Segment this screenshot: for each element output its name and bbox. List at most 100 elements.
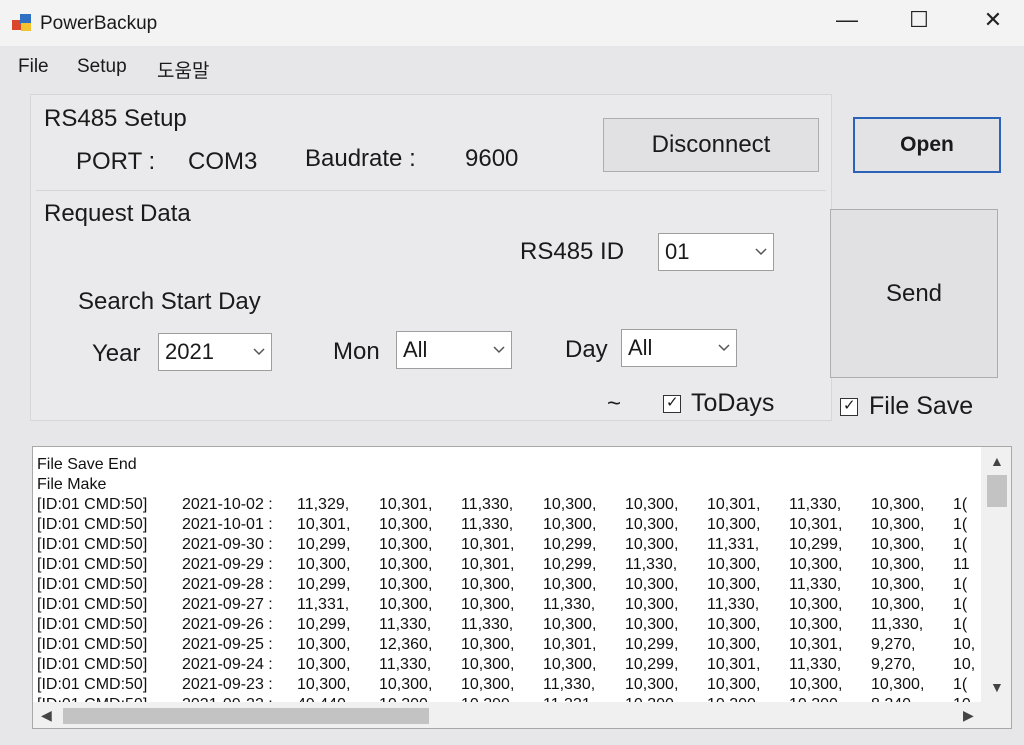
log-row-prefix: [ID:01 CMD:50] bbox=[37, 676, 148, 693]
log-rows: [ID:01 CMD:50] 2021-10-02 : 11,329, 10,301,… bbox=[37, 495, 1011, 715]
log-row-value: 11,329, bbox=[297, 496, 350, 513]
log-row-value: 10,300, bbox=[543, 576, 597, 593]
minimize-button[interactable]: — bbox=[812, 0, 882, 40]
log-row: [ID:01 CMD:50] 2021-10-02 : 11,329, 10,301,… bbox=[37, 495, 1011, 515]
log-row-value: 10,300, bbox=[379, 676, 433, 693]
day-label: Day bbox=[565, 336, 608, 363]
log-row-value: 10,300, bbox=[461, 636, 515, 653]
open-button[interactable]: Open bbox=[853, 117, 1001, 173]
log-row-date: 2021-10-02 : bbox=[182, 496, 273, 513]
horizontal-scrollbar[interactable]: ◀ ▶ bbox=[33, 702, 1011, 728]
log-line: File Save End bbox=[37, 456, 137, 473]
log-row-value: 10,299, bbox=[625, 656, 679, 673]
log-row-date: 2021-09-28 : bbox=[182, 576, 273, 593]
scroll-down-icon[interactable]: ▼ bbox=[990, 679, 1004, 695]
rs485-setup-heading: RS485 Setup bbox=[44, 105, 187, 132]
day-value: All bbox=[628, 335, 653, 360]
rs485-id-value: 01 bbox=[665, 239, 690, 264]
vertical-scrollbar[interactable]: ▲ ▼ bbox=[981, 447, 1011, 703]
log-row-value: 10,300, bbox=[379, 536, 433, 553]
menu-file[interactable]: File bbox=[18, 56, 49, 78]
disconnect-button[interactable]: Disconnect bbox=[603, 118, 819, 172]
log-row-value: 11,330, bbox=[379, 616, 432, 633]
log-row-date: 2021-09-30 : bbox=[182, 536, 273, 553]
log-row-value: 10,301, bbox=[707, 656, 761, 673]
log-row-value: 10,300, bbox=[789, 596, 843, 613]
log-row-value: 10,301, bbox=[707, 496, 761, 513]
log-output[interactable]: File Save End File Make [ID:01 CMD:50] 20… bbox=[32, 446, 1012, 729]
log-row-prefix: [ID:01 CMD:50] bbox=[37, 536, 148, 553]
file-save-checkbox[interactable]: ✓ bbox=[840, 397, 858, 416]
log-row-value: 10,300, bbox=[789, 616, 843, 633]
log-row: [ID:01 CMD:50] 2021-09-25 : 10,300, 12,360,… bbox=[37, 635, 1011, 655]
rs485-id-label: RS485 ID bbox=[520, 238, 625, 265]
vertical-scroll-thumb[interactable] bbox=[987, 475, 1007, 507]
rs485-id-select[interactable]: 01 bbox=[658, 233, 774, 271]
horizontal-scroll-thumb[interactable] bbox=[63, 708, 429, 724]
mon-label: Mon bbox=[333, 338, 380, 365]
log-row: [ID:01 CMD:50] 2021-09-24 : 10,300, 11,330,… bbox=[37, 655, 1011, 675]
log-row-value: 10,300, bbox=[625, 616, 679, 633]
chevron-down-icon bbox=[247, 348, 271, 356]
baudrate-value: 9600 bbox=[465, 145, 519, 172]
log-row-date: 2021-10-01 : bbox=[182, 516, 273, 533]
app-icon bbox=[12, 14, 32, 32]
log-row-value: 10,300, bbox=[625, 516, 679, 533]
log-row-date: 2021-09-26 : bbox=[182, 616, 273, 633]
log-row-value: 10,300, bbox=[707, 556, 761, 573]
log-row: [ID:01 CMD:50] 2021-10-01 : 10,301, 10,300,… bbox=[37, 515, 1011, 535]
log-row-value: 11,330, bbox=[379, 656, 432, 673]
log-row-prefix: [ID:01 CMD:50] bbox=[37, 496, 148, 513]
log-row-value: 11,331, bbox=[707, 536, 760, 553]
mon-select[interactable]: All bbox=[396, 331, 512, 369]
year-label: Year bbox=[92, 340, 141, 367]
log-row-value: 11,330, bbox=[789, 656, 842, 673]
menu-help[interactable]: 도움말 bbox=[157, 56, 209, 83]
log-row-value: 11,330, bbox=[871, 616, 924, 633]
log-row-value: 10,300, bbox=[625, 496, 679, 513]
day-select[interactable]: All bbox=[621, 329, 737, 367]
log-row-value: 10,300, bbox=[707, 576, 761, 593]
log-row-value: 10,301, bbox=[461, 536, 515, 553]
log-row-value: 10,301, bbox=[461, 556, 515, 573]
log-row-value: 10,300, bbox=[789, 556, 843, 573]
log-row: [ID:01 CMD:50] 2021-09-28 : 10,299, 10,300,… bbox=[37, 575, 1011, 595]
log-row-value: 10,301, bbox=[379, 496, 433, 513]
log-row-value: 10,300, bbox=[379, 596, 433, 613]
scroll-right-icon[interactable]: ▶ bbox=[963, 707, 974, 724]
scroll-left-icon[interactable]: ◀ bbox=[41, 707, 52, 724]
year-value: 2021 bbox=[165, 339, 214, 364]
tilde-label: ~ bbox=[607, 390, 622, 417]
log-row-value: 10,300, bbox=[461, 676, 515, 693]
todays-checkbox[interactable]: ✓ bbox=[663, 394, 681, 413]
chevron-down-icon bbox=[712, 344, 736, 352]
log-row-prefix: [ID:01 CMD:50] bbox=[37, 636, 148, 653]
log-row-value: 10,299, bbox=[625, 636, 679, 653]
scroll-up-icon[interactable]: ▲ bbox=[990, 453, 1004, 469]
close-button[interactable]: ✕ bbox=[958, 0, 1024, 40]
log-row-value: 10,300, bbox=[707, 636, 761, 653]
log-row-value: 10,300, bbox=[625, 576, 679, 593]
year-select[interactable]: 2021 bbox=[158, 333, 272, 371]
log-row-value: 11,330, bbox=[707, 596, 760, 613]
log-row: [ID:01 CMD:50] 2021-09-27 : 11,331, 10,300,… bbox=[37, 595, 1011, 615]
menu-bar: File Setup 도움말 bbox=[0, 50, 1024, 84]
log-row-value: 10,299, bbox=[543, 536, 597, 553]
maximize-button[interactable]: ☐ bbox=[884, 0, 954, 40]
title-bar: PowerBackup — ☐ ✕ bbox=[0, 0, 1024, 46]
log-row-value: 10,299, bbox=[297, 536, 351, 553]
log-row-value: 10,300, bbox=[543, 656, 597, 673]
log-row-value: 10,300, bbox=[297, 676, 351, 693]
todays-label: ToDays bbox=[691, 389, 775, 417]
log-row-value: 11,330, bbox=[789, 496, 842, 513]
log-row: [ID:01 CMD:50] 2021-09-29 : 10,300, 10,300,… bbox=[37, 555, 1011, 575]
log-row-value: 10,300, bbox=[707, 616, 761, 633]
log-line: File Make bbox=[37, 476, 107, 493]
menu-setup[interactable]: Setup bbox=[77, 56, 127, 78]
log-row-prefix: [ID:01 CMD:50] bbox=[37, 596, 148, 613]
log-row-value: 10,299, bbox=[789, 536, 843, 553]
log-row-date: 2021-09-23 : bbox=[182, 676, 273, 693]
send-button[interactable]: Send bbox=[830, 209, 998, 378]
log-row-value: 10,300, bbox=[625, 596, 679, 613]
log-row-value: 9,270, bbox=[871, 636, 916, 653]
